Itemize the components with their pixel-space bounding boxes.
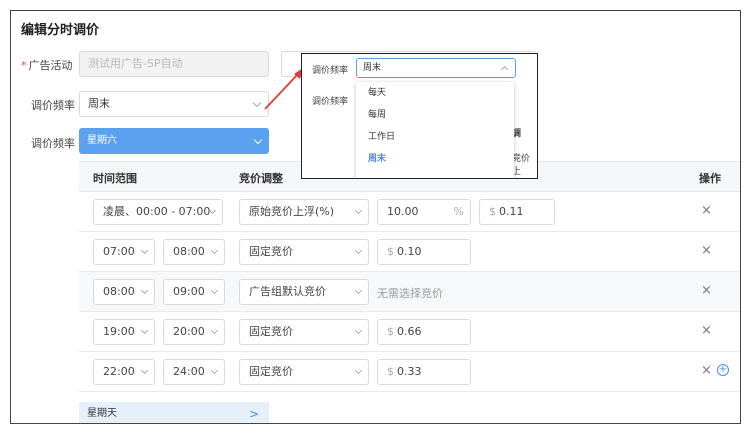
- start-time-select[interactable]: 08:00: [93, 279, 155, 305]
- freq-select[interactable]: 周末: [79, 91, 269, 117]
- callout-freq-label: 调价频率: [312, 66, 349, 76]
- amount-input[interactable]: $0.10: [377, 239, 471, 265]
- page-title: 编辑分时调价: [21, 23, 100, 38]
- callout-freq-select[interactable]: 周末: [356, 58, 516, 78]
- percent-input[interactable]: 10.00%: [377, 199, 471, 225]
- chevron-down-icon: [140, 246, 149, 255]
- bid-type-select[interactable]: 广告组默认竞价: [239, 279, 369, 305]
- header-time: 时间范围: [93, 172, 137, 185]
- day-select[interactable]: 星期六: [79, 128, 269, 154]
- chevron-down-icon: [354, 246, 363, 255]
- bid-type-select[interactable]: 固定竞价: [239, 319, 369, 345]
- header-bid: 竞价调整: [239, 172, 283, 185]
- start-time-select[interactable]: 19:00: [93, 319, 155, 345]
- table-row: 19:00 20:00 固定竞价 $0.66 ×: [79, 312, 740, 352]
- campaign-label: * 广告活动: [21, 59, 73, 72]
- table-row: 08:00 09:00 广告组默认竞价 无需选择竞价 ×: [79, 272, 740, 312]
- close-icon[interactable]: ×: [701, 323, 712, 338]
- callout-freq-label-2: 调价频率: [312, 97, 349, 107]
- zoom-callout: 调价频率 周末 调价频率 调 竞价上 每天 每周 工作日 周末: [301, 53, 538, 179]
- sunday-section[interactable]: 星期天 >: [79, 402, 269, 423]
- table-row: 凌晨、00:00 - 07:00 原始竞价上浮(%) 10.00% $0.11 …: [79, 192, 740, 232]
- chevron-down-icon: [354, 366, 363, 375]
- chevron-down-icon: [354, 326, 363, 335]
- end-time-select[interactable]: 08:00: [163, 239, 225, 265]
- table-row: 07:00 08:00 固定竞价 $0.10 ×: [79, 232, 740, 272]
- dropdown-option-weekly[interactable]: 每周: [356, 104, 514, 126]
- bid-type-select[interactable]: 固定竞价: [239, 239, 369, 265]
- close-icon[interactable]: ×: [701, 243, 712, 258]
- day-label: 调价频率: [31, 137, 75, 150]
- chevron-down-icon: [210, 366, 219, 375]
- dropdown-option-daily[interactable]: 每天: [356, 82, 514, 104]
- day-select-value: 星期六: [87, 135, 117, 146]
- plus-circle-icon[interactable]: +: [717, 364, 729, 376]
- freq-label: 调价频率: [31, 99, 75, 112]
- chevron-down-icon: [210, 326, 219, 335]
- dropdown-option-weekend[interactable]: 周末: [356, 148, 514, 170]
- end-time-select[interactable]: 09:00: [163, 279, 225, 305]
- end-time-select[interactable]: 24:00: [163, 359, 225, 385]
- no-bid-note: 无需选择竞价: [377, 287, 443, 300]
- chevron-down-icon: [253, 135, 263, 145]
- peek-cell: 竞价上: [512, 154, 531, 177]
- freq-select-value: 周末: [88, 97, 110, 110]
- amount-input[interactable]: $0.66: [377, 319, 471, 345]
- arrow-line: [264, 72, 300, 110]
- close-icon[interactable]: ×: [701, 203, 712, 218]
- time-range-select[interactable]: 凌晨、00:00 - 07:00: [93, 199, 223, 225]
- dropdown-option-workday[interactable]: 工作日: [356, 126, 514, 148]
- header-ops: 操作: [699, 172, 721, 185]
- campaign-input: 测试用广告-SP自动: [79, 51, 269, 77]
- amount-input[interactable]: $0.11: [479, 199, 555, 225]
- edit-time-bid-panel: 编辑分时调价 * 广告活动 测试用广告-SP自动 调价频率 周末 调价频率 星期六…: [10, 10, 741, 424]
- chevron-down-icon: [210, 246, 219, 255]
- close-icon[interactable]: ×: [701, 283, 712, 298]
- chevron-down-icon: [140, 366, 149, 375]
- end-time-select[interactable]: 20:00: [163, 319, 225, 345]
- bid-type-select[interactable]: 固定竞价: [239, 359, 369, 385]
- close-icon[interactable]: ×: [701, 363, 712, 378]
- chevron-down-icon: [140, 286, 149, 295]
- table-row: 22:00 24:00 固定竞价 $0.33 × +: [79, 352, 740, 392]
- chevron-down-icon: [354, 206, 363, 215]
- chevron-down-icon: [140, 326, 149, 335]
- bid-type-select[interactable]: 原始竞价上浮(%): [239, 199, 369, 225]
- chevron-down-icon: [252, 98, 262, 108]
- chevron-right-icon: >: [248, 407, 259, 421]
- chevron-up-icon: [500, 65, 509, 74]
- chevron-down-icon: [210, 286, 219, 295]
- freq-dropdown: 每天 每周 工作日 周末: [356, 82, 514, 178]
- start-time-select[interactable]: 22:00: [93, 359, 155, 385]
- sunday-label: 星期天: [87, 408, 117, 419]
- start-time-select[interactable]: 07:00: [93, 239, 155, 265]
- time-bid-table: 时间范围 竞价调整 操作 凌晨、00:00 - 07:00 原始竞价上浮(%) …: [79, 161, 740, 392]
- chevron-down-icon: [354, 286, 363, 295]
- amount-input[interactable]: $0.33: [377, 359, 471, 385]
